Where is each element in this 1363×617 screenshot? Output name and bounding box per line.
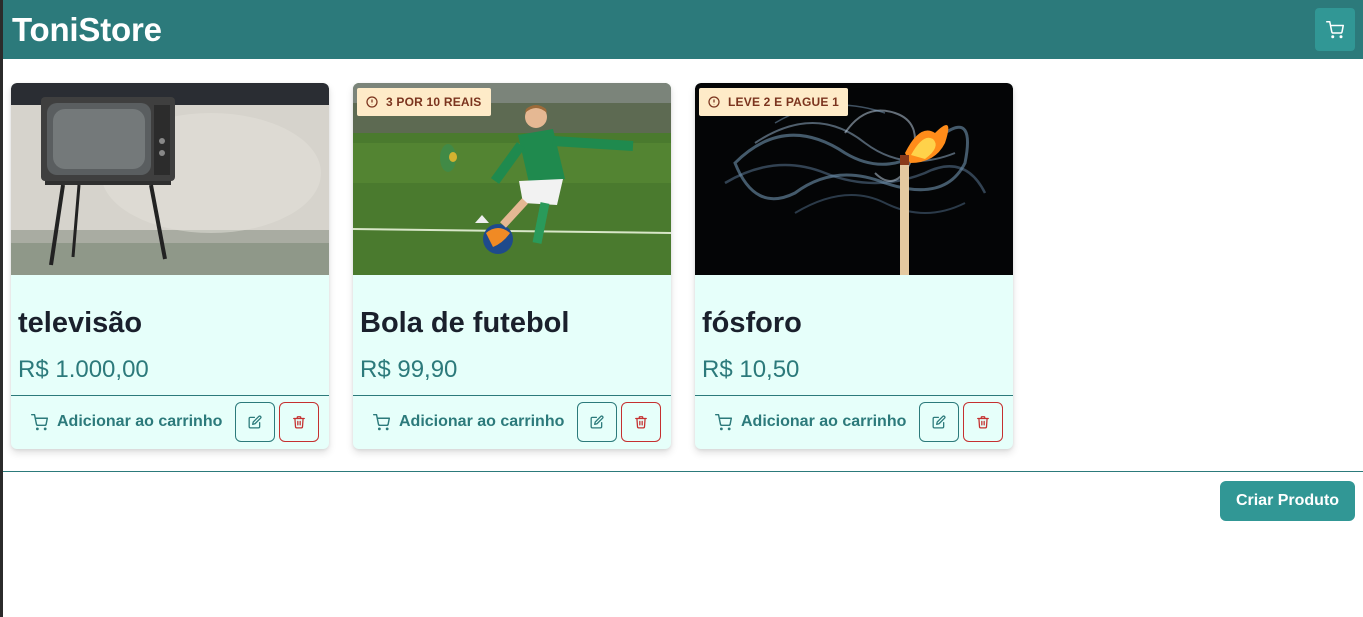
add-to-cart-label: Adicionar ao carrinho xyxy=(741,413,907,430)
edit-icon xyxy=(248,415,262,429)
product-card: televisão R$ 1.000,00 Adicionar ao carri… xyxy=(11,83,329,449)
trash-icon xyxy=(976,415,990,429)
delete-button[interactable] xyxy=(621,402,661,442)
edit-button[interactable] xyxy=(919,402,959,442)
product-title: fósforo xyxy=(702,307,802,339)
cart-button[interactable] xyxy=(1315,8,1355,51)
add-to-cart-label: Adicionar ao carrinho xyxy=(399,413,565,430)
delete-button[interactable] xyxy=(279,402,319,442)
brand-logo[interactable]: ToniStore xyxy=(12,11,162,49)
promo-badge: 3 POR 10 REAIS xyxy=(357,88,491,116)
cart-icon xyxy=(1326,20,1344,39)
product-price: R$ 99,90 xyxy=(360,356,458,383)
product-card: LEVE 2 E PAGUE 1 fósforo R$ 10,50 Adicio… xyxy=(695,83,1013,449)
edit-button[interactable] xyxy=(577,402,617,442)
page-divider xyxy=(3,471,1363,472)
product-card: 3 POR 10 REAIS Bola de futebol R$ 99,90 … xyxy=(353,83,671,449)
card-divider xyxy=(11,395,329,396)
cart-icon xyxy=(373,413,390,431)
card-divider xyxy=(695,395,1013,396)
product-title: televisão xyxy=(18,307,143,339)
info-icon xyxy=(708,96,720,108)
promo-badge-text: LEVE 2 E PAGUE 1 xyxy=(728,95,840,109)
product-grid: televisão R$ 1.000,00 Adicionar ao carri… xyxy=(11,83,1013,449)
top-bar: ToniStore xyxy=(3,0,1363,59)
delete-button[interactable] xyxy=(963,402,1003,442)
card-actions: Adicionar ao carrinho xyxy=(11,402,329,442)
info-icon xyxy=(366,96,378,108)
promo-badge-text: 3 POR 10 REAIS xyxy=(386,95,482,109)
trash-icon xyxy=(634,415,648,429)
edit-button[interactable] xyxy=(235,402,275,442)
trash-icon xyxy=(292,415,306,429)
edit-icon xyxy=(932,415,946,429)
add-to-cart-label: Adicionar ao carrinho xyxy=(57,413,223,430)
product-price: R$ 1.000,00 xyxy=(18,356,149,383)
create-product-button[interactable]: Criar Produto xyxy=(1220,481,1355,521)
card-actions: Adicionar ao carrinho xyxy=(695,402,1013,442)
product-title: Bola de futebol xyxy=(360,307,570,339)
product-price: R$ 10,50 xyxy=(702,356,800,383)
add-to-cart-button[interactable]: Adicionar ao carrinho xyxy=(373,413,575,431)
product-image-television xyxy=(11,83,329,275)
product-image-soccer: 3 POR 10 REAIS xyxy=(353,83,671,275)
promo-badge: LEVE 2 E PAGUE 1 xyxy=(699,88,849,116)
card-divider xyxy=(353,395,671,396)
product-image-match: LEVE 2 E PAGUE 1 xyxy=(695,83,1013,275)
add-to-cart-button[interactable]: Adicionar ao carrinho xyxy=(31,413,233,431)
cart-icon xyxy=(715,413,732,431)
card-actions: Adicionar ao carrinho xyxy=(353,402,671,442)
edit-icon xyxy=(590,415,604,429)
cart-icon xyxy=(31,413,48,431)
add-to-cart-button[interactable]: Adicionar ao carrinho xyxy=(715,413,917,431)
